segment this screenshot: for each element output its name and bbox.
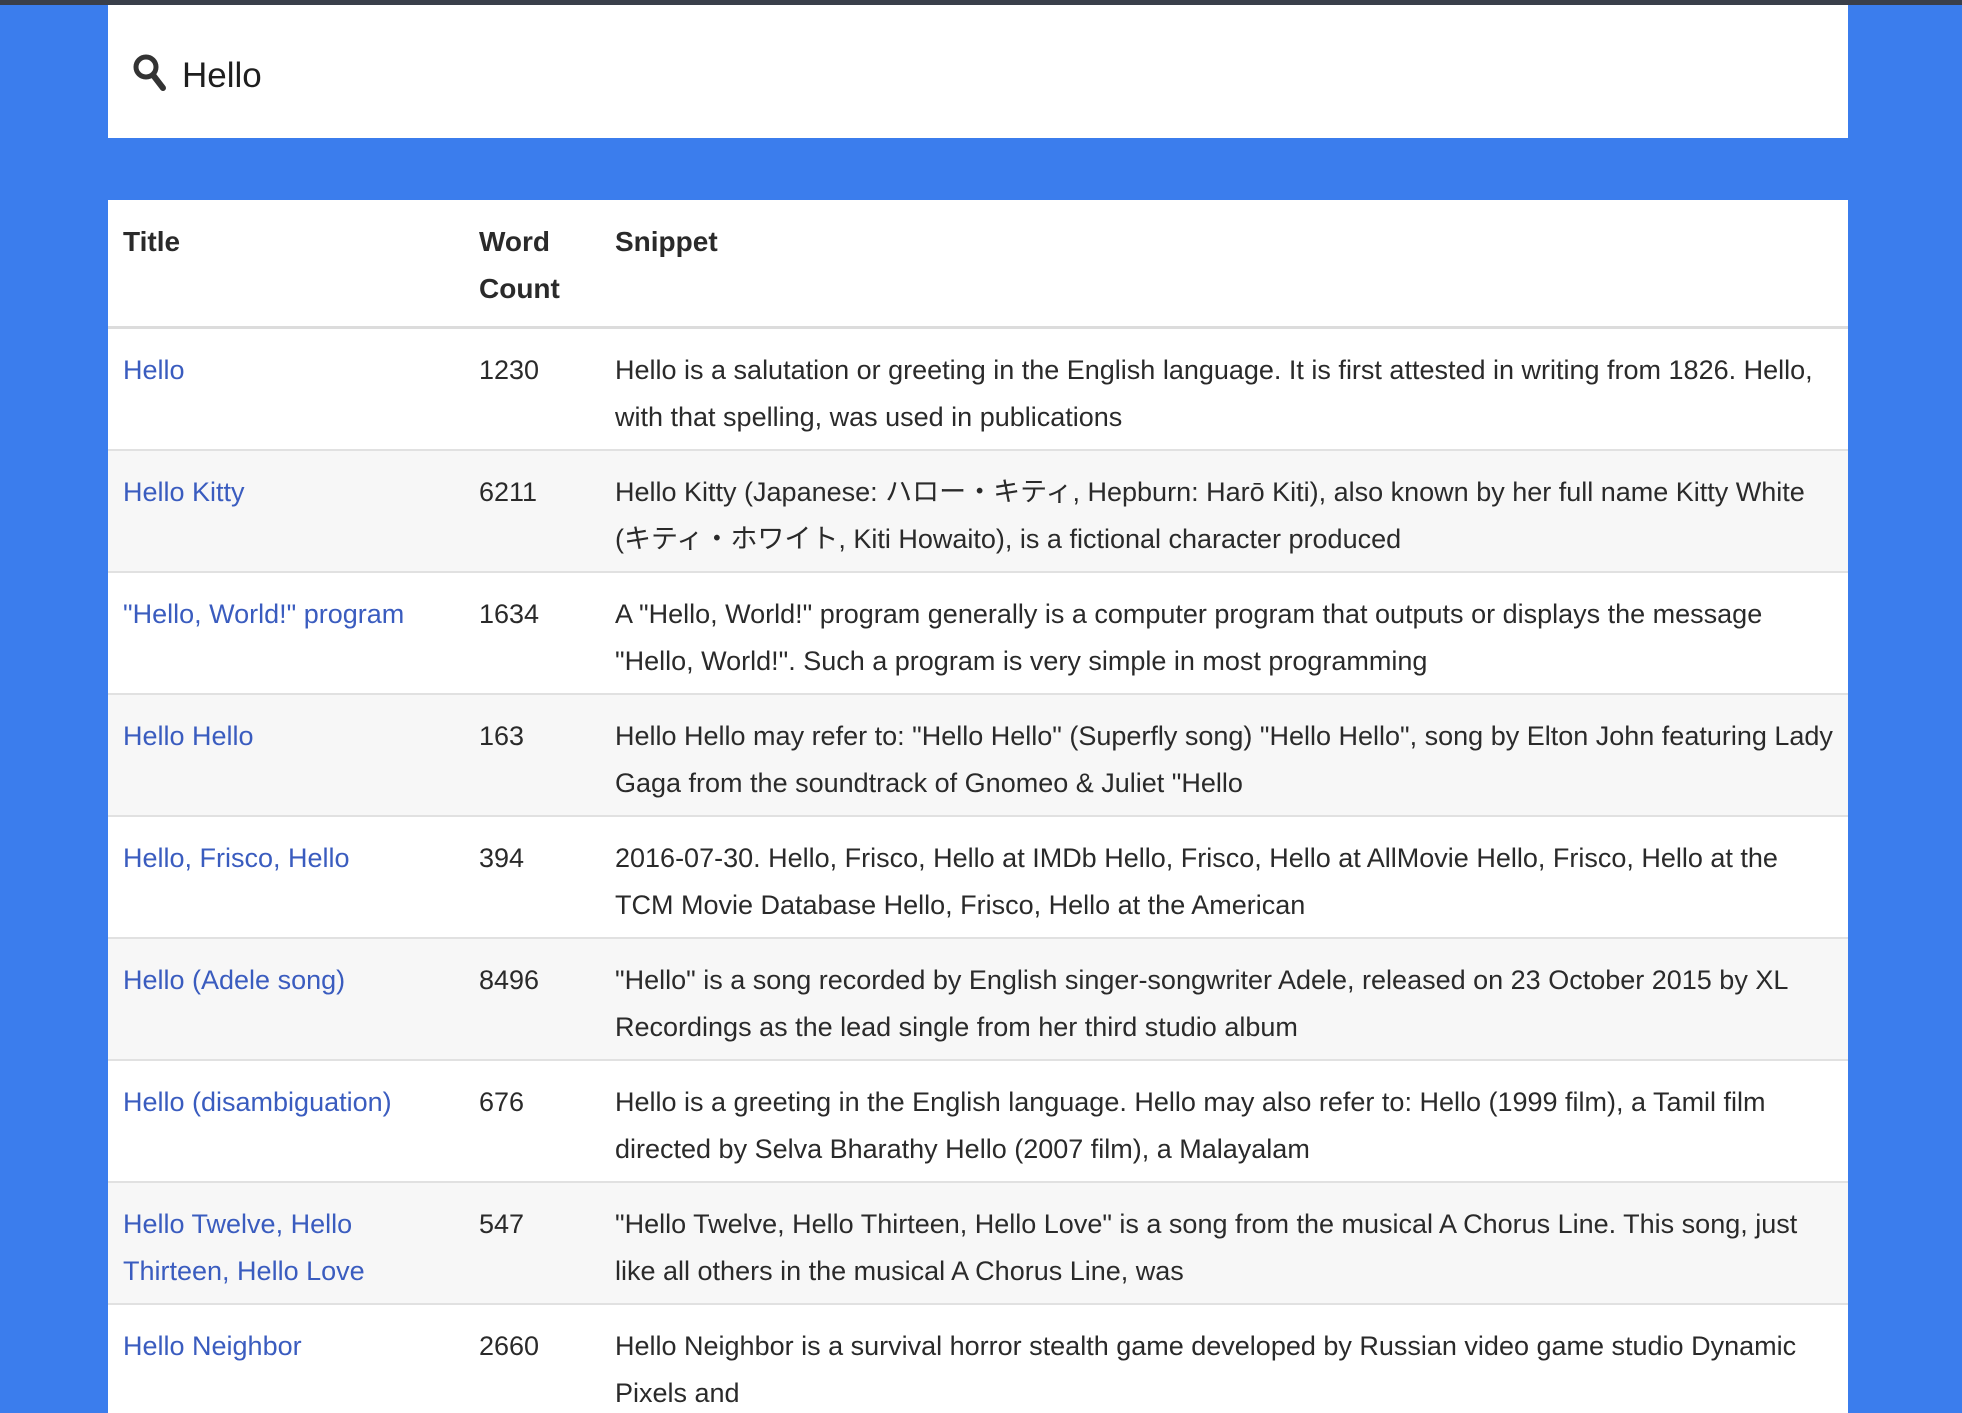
title-cell: Hello Hello — [108, 694, 464, 817]
result-title-link[interactable]: Hello (disambiguation) — [123, 1087, 392, 1117]
title-cell: "Hello, World!" program — [108, 572, 464, 695]
snippet-cell: 2016-07-30. Hello, Frisco, Hello at IMDb… — [600, 816, 1848, 939]
search-icon — [132, 52, 168, 94]
table-header-row: Title Word Count Snippet — [108, 200, 1848, 329]
snippet-cell: Hello Hello may refer to: "Hello Hello" … — [600, 694, 1848, 817]
title-cell: Hello — [108, 327, 464, 451]
word-count-cell: 163 — [464, 694, 600, 817]
word-count-cell: 1230 — [464, 327, 600, 451]
title-cell: Hello (disambiguation) — [108, 1060, 464, 1183]
word-count-cell: 394 — [464, 816, 600, 939]
result-title-link[interactable]: Hello — [123, 355, 185, 385]
result-title-link[interactable]: Hello Hello — [123, 721, 254, 751]
column-header-title: Title — [108, 200, 464, 329]
snippet-cell: A "Hello, World!" program generally is a… — [600, 572, 1848, 695]
table-row: Hello, Frisco, Hello 394 2016-07-30. Hel… — [108, 816, 1848, 939]
results-table-panel: Title Word Count Snippet Hello 1230 Hell… — [108, 200, 1848, 1413]
search-input[interactable] — [172, 41, 1772, 111]
word-count-cell: 547 — [464, 1182, 600, 1305]
result-title-link[interactable]: Hello, Frisco, Hello — [123, 843, 350, 873]
word-count-cell: 676 — [464, 1060, 600, 1183]
word-count-cell: 8496 — [464, 938, 600, 1061]
snippet-cell: "Hello" is a song recorded by English si… — [600, 938, 1848, 1061]
results-table: Title Word Count Snippet Hello 1230 Hell… — [108, 200, 1848, 1413]
snippet-cell: Hello Neighbor is a survival horror stea… — [600, 1304, 1848, 1413]
result-title-link[interactable]: Hello Twelve, Hello Thirteen, Hello Love — [123, 1209, 365, 1286]
snippet-cell: Hello is a salutation or greeting in the… — [600, 327, 1848, 451]
table-row: Hello Kitty 6211 Hello Kitty (Japanese: … — [108, 450, 1848, 573]
table-row: Hello 1230 Hello is a salutation or gree… — [108, 327, 1848, 451]
title-cell: Hello, Frisco, Hello — [108, 816, 464, 939]
title-cell: Hello (Adele song) — [108, 938, 464, 1061]
snippet-cell: Hello Kitty (Japanese: ハロー・キティ, Hepburn:… — [600, 450, 1848, 573]
table-row: Hello Neighbor 2660 Hello Neighbor is a … — [108, 1304, 1848, 1413]
title-cell: Hello Kitty — [108, 450, 464, 573]
search-bar — [108, 5, 1848, 138]
table-row: "Hello, World!" program 1634 A "Hello, W… — [108, 572, 1848, 695]
snippet-cell: Hello is a greeting in the English langu… — [600, 1060, 1848, 1183]
result-title-link[interactable]: Hello Kitty — [123, 477, 245, 507]
table-row: Hello Hello 163 Hello Hello may refer to… — [108, 694, 1848, 817]
snippet-cell: "Hello Twelve, Hello Thirteen, Hello Lov… — [600, 1182, 1848, 1305]
column-header-snippet: Snippet — [600, 200, 1848, 329]
word-count-cell: 6211 — [464, 450, 600, 573]
result-title-link[interactable]: "Hello, World!" program — [123, 599, 404, 629]
word-count-cell: 1634 — [464, 572, 600, 695]
result-title-link[interactable]: Hello Neighbor — [123, 1331, 302, 1361]
word-count-cell: 2660 — [464, 1304, 600, 1413]
title-cell: Hello Neighbor — [108, 1304, 464, 1413]
table-row: Hello Twelve, Hello Thirteen, Hello Love… — [108, 1182, 1848, 1305]
column-header-word-count: Word Count — [464, 200, 600, 329]
table-row: Hello (Adele song) 8496 "Hello" is a son… — [108, 938, 1848, 1061]
title-cell: Hello Twelve, Hello Thirteen, Hello Love — [108, 1182, 464, 1305]
table-row: Hello (disambiguation) 676 Hello is a gr… — [108, 1060, 1848, 1183]
result-title-link[interactable]: Hello (Adele song) — [123, 965, 345, 995]
